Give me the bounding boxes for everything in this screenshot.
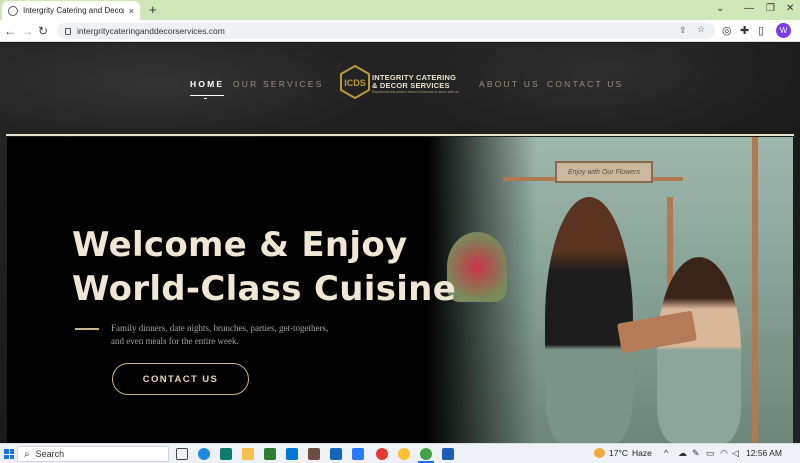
app-icon[interactable] [330,448,342,460]
address-bar[interactable]: intergritycateringanddecorservices.com ⇪… [57,23,715,39]
bookmark-star-icon[interactable]: ☆ [697,24,705,35]
word-icon[interactable] [442,448,454,460]
vscode-icon[interactable] [352,448,364,460]
minimize-window-icon[interactable]: — [744,3,754,14]
weather-temperature: 17°C [609,448,628,458]
tab-title: Intergrity Catering and Decor Se [23,6,124,15]
logo-title-line2: & DECOR SERVICES [372,81,450,90]
logo-tagline: Experience the perfect blend of flavours… [372,90,459,94]
hero-photo-woman-standing [545,197,633,443]
back-arrow-icon[interactable]: ← [4,24,16,38]
nav-home[interactable]: HOME [190,79,224,89]
tab-search-chevron-icon[interactable]: ⌄ [716,3,724,14]
onedrive-icon[interactable]: ☁ [678,448,687,459]
hero-photo-woman-sitting [657,257,741,443]
store-icon[interactable] [264,448,276,460]
google-lens-icon[interactable]: ◎ [722,24,732,37]
wifi-icon[interactable]: ◠ [720,448,728,459]
edge-browser-icon[interactable] [220,448,232,460]
share-icon[interactable]: ⇪ [679,25,687,36]
site-favicon-icon [8,5,18,16]
search-icon: ⌕ [24,448,30,460]
windows-start-icon[interactable] [4,449,14,459]
hero-headline-line1: Welcome & Enjoy [72,225,408,265]
taskbar-search-label: Search [35,449,65,459]
browser-toolbar: ← → ↻ intergritycateringanddecorservices… [0,20,800,42]
company-logo-icon[interactable]: ICDS [340,65,370,99]
url-text[interactable]: intergritycateringanddecorservices.com [77,26,225,36]
mail-icon[interactable] [286,448,298,460]
task-view-icon[interactable] [176,448,188,460]
new-tab-button[interactable]: + [149,2,157,17]
taskbar-clock[interactable]: 12:56 AM [746,448,782,458]
extensions-puzzle-icon[interactable]: ✚ [740,24,749,37]
windows-taskbar: ⌕ Search 17°C Haze ^ ☁ ✎ ▭ ◠ ◁ 12:56 AM [0,443,800,463]
nav-our-services[interactable]: OUR SERVICES [233,79,323,89]
hero-accent-line [75,328,99,330]
hero-section: Enjoy with Our Flowers Welcome & Enjoy W… [7,137,793,443]
browser-tab-strip: Intergrity Catering and Decor Se × + ⌄ —… [0,0,800,20]
hero-photo-sign: Enjoy with Our Flowers [555,161,653,183]
side-panel-icon[interactable]: ▯ [758,24,764,37]
nav-active-dot [204,98,207,99]
hero-headline-line2: World-Class Cuisine [72,269,457,309]
widgets-icon[interactable] [198,448,210,460]
pen-icon[interactable]: ✎ [692,448,700,459]
weather-widget[interactable]: 17°C Haze [594,448,652,458]
weather-description: Haze [632,448,652,458]
hero-subtext-line2: and even meals for the entire week. [111,336,239,346]
battery-icon[interactable]: ▭ [706,448,715,459]
nav-about-us[interactable]: ABOUT US [479,79,540,89]
chrome-icon[interactable] [398,448,410,460]
chrome-icon[interactable] [376,448,388,460]
hero-subtext-line1: Family dinners, date nights, brunches, p… [111,323,329,333]
hero-top-border [6,134,794,136]
file-explorer-icon[interactable] [242,448,254,460]
restore-window-icon[interactable]: ❐ [766,3,775,14]
haze-weather-icon [594,448,605,458]
lock-icon[interactable] [65,27,71,35]
nav-active-underline [190,95,224,96]
taskbar-search-box[interactable]: ⌕ Search [17,446,169,462]
profile-avatar[interactable]: W [776,23,791,38]
show-hidden-icons-chevron-icon[interactable]: ^ [664,448,668,458]
close-tab-icon[interactable]: × [129,6,134,16]
close-window-icon[interactable]: ✕ [786,3,794,14]
forward-arrow-icon[interactable]: → [21,24,33,38]
volume-icon[interactable]: ◁ [732,448,739,459]
chrome-active-icon[interactable] [420,448,432,460]
contact-us-button[interactable]: CONTACT US [112,363,249,395]
logo-monogram: ICDS [344,78,366,88]
nav-contact-us[interactable]: CONTACT US [547,79,623,89]
hero-photo-shelf [752,137,758,443]
reload-icon[interactable]: ↻ [38,24,48,38]
browser-tab[interactable]: Intergrity Catering and Decor Se × [2,1,140,20]
app-icon[interactable] [308,448,320,460]
